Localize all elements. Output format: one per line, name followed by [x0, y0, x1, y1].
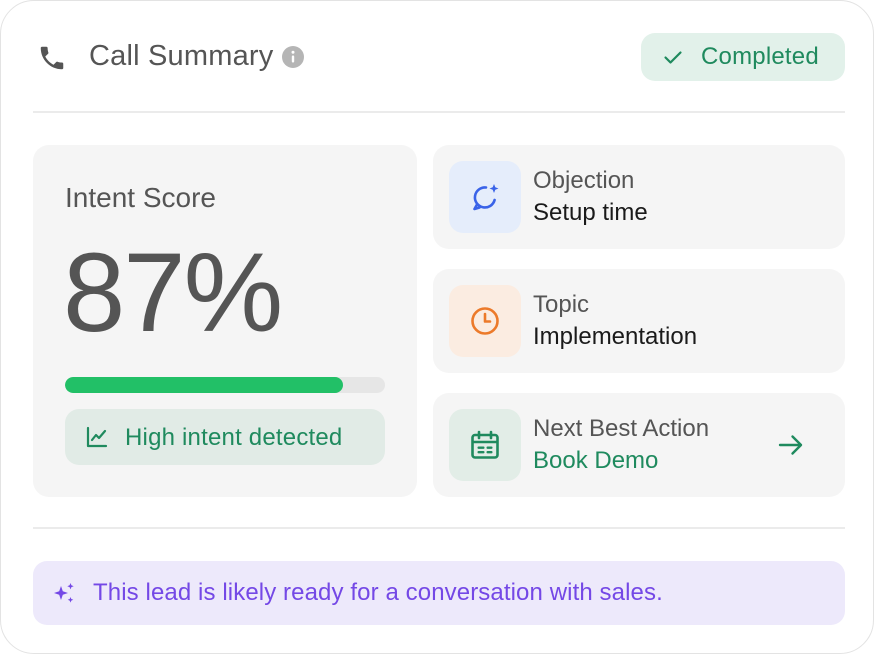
status-label: Completed [701, 43, 819, 70]
next-best-action-label: Next Best Action [533, 415, 710, 442]
intent-score-label: Intent Score [65, 182, 216, 213]
intent-badge-label: High intent detected [125, 424, 343, 451]
phone-icon [40, 46, 64, 70]
check-icon [664, 51, 682, 64]
insight-text: This lead is likely ready for a conversa… [93, 579, 663, 606]
card-header: Call Summary Completed [33, 33, 845, 81]
sparkle-icon [54, 583, 74, 603]
trend-chart-icon [86, 426, 108, 448]
calendar-icon [471, 430, 499, 459]
divider [33, 111, 845, 113]
intent-progress-fill [65, 377, 344, 393]
objection-value: Setup time [533, 199, 648, 226]
status-badge: Completed [641, 33, 845, 81]
call-summary-card: Call Summary Completed Intent Score 87% … [0, 0, 874, 654]
topic-value: Implementation [533, 323, 698, 350]
action-icon-tile [449, 409, 521, 481]
chat-sparkle-icon [473, 184, 499, 211]
objection-icon-tile [449, 161, 521, 233]
intent-score-panel: Intent Score 87% High intent detected [33, 145, 417, 497]
objection-label: Objection [533, 167, 635, 194]
objection-card[interactable]: Objection Setup time [433, 145, 845, 249]
topic-label: Topic [533, 291, 590, 318]
arrow-right-icon[interactable] [777, 431, 805, 459]
page-title: Call Summary [89, 40, 274, 72]
next-best-action-card[interactable]: Next Best Action Book Demo [433, 393, 845, 497]
intent-score-value: 87% [63, 230, 283, 355]
divider [33, 527, 845, 529]
intent-badge: High intent detected [65, 409, 385, 465]
intent-progress-bar [65, 377, 385, 393]
topic-card[interactable]: Topic Implementation [433, 269, 845, 373]
info-icon[interactable] [281, 45, 305, 69]
clock-icon [471, 307, 499, 335]
topic-icon-tile [449, 285, 521, 357]
insight-banner: This lead is likely ready for a conversa… [33, 561, 845, 625]
next-best-action-value[interactable]: Book Demo [533, 447, 658, 475]
